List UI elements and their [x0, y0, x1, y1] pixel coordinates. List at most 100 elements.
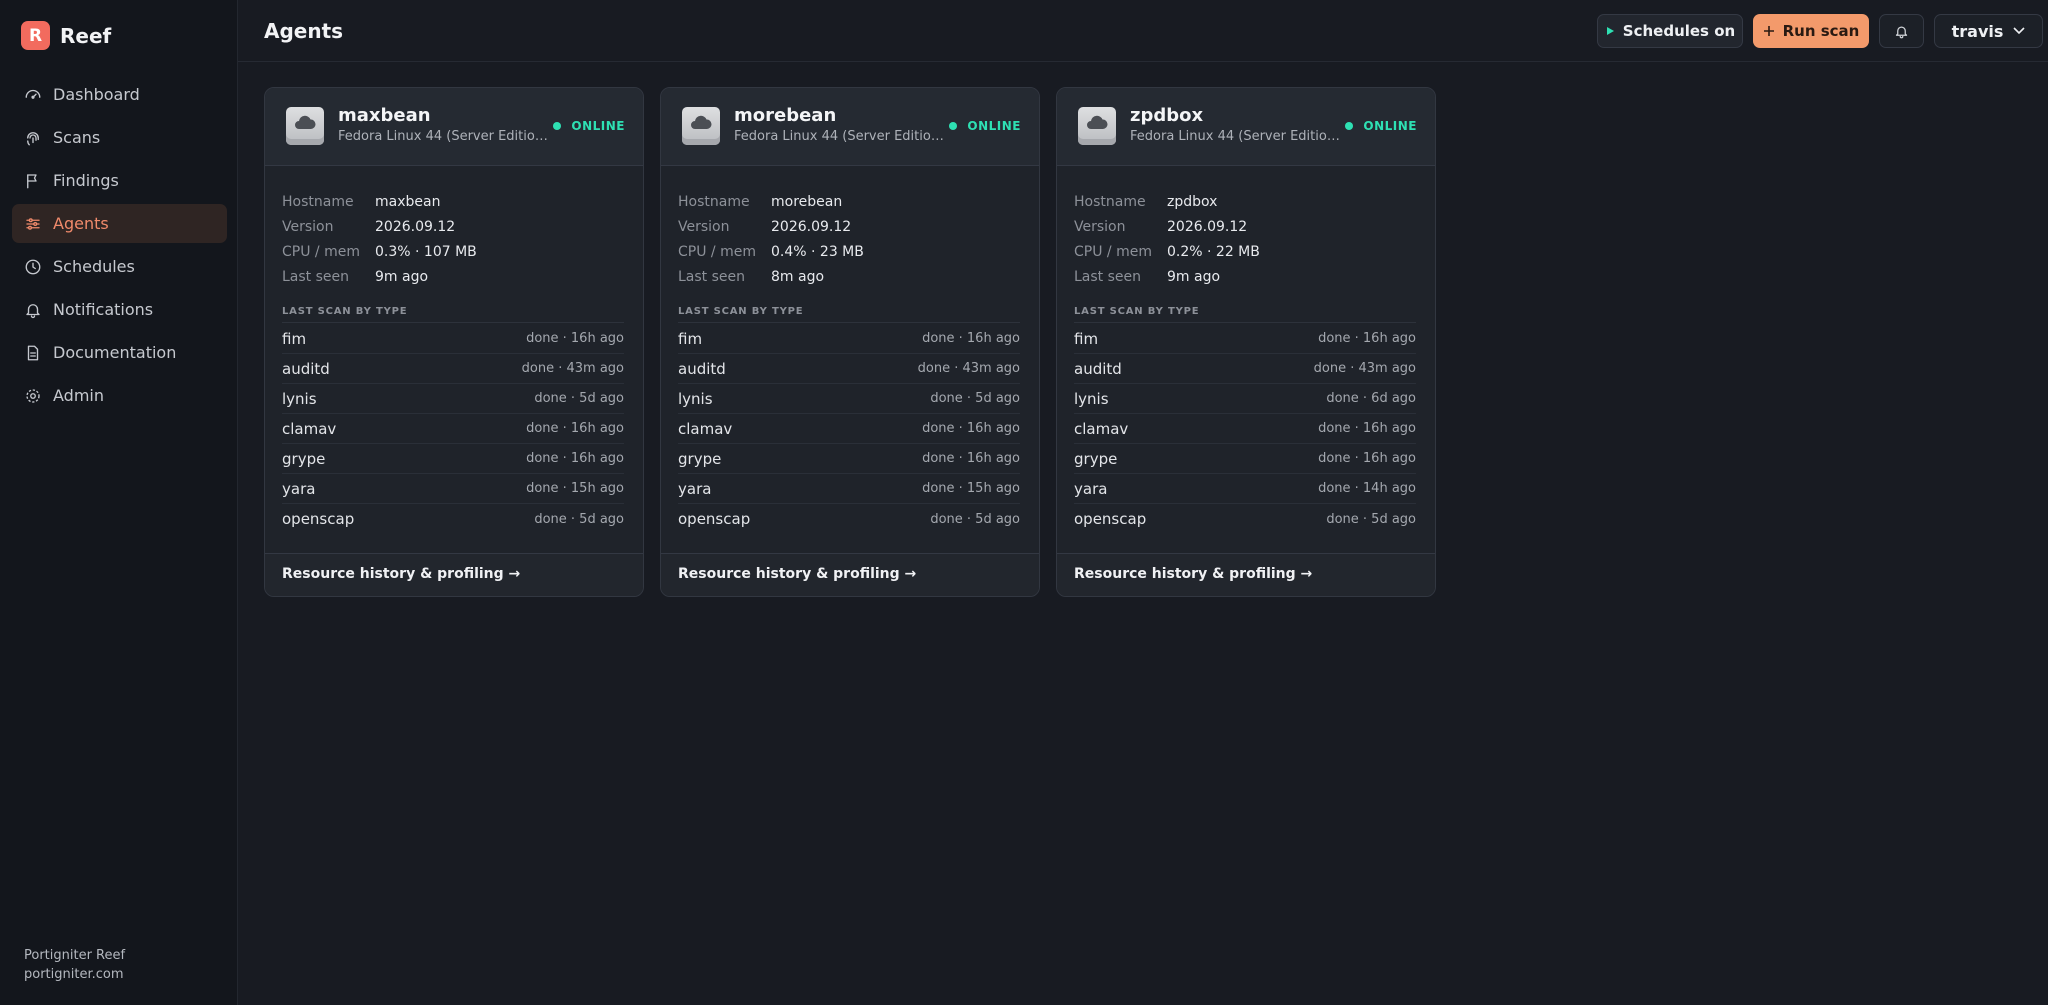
scan-row: yara done · 15h ago	[282, 474, 624, 504]
prop-hostname: Hostname morebean	[678, 194, 864, 219]
prop-last-seen: Last seen 9m ago	[282, 269, 477, 294]
prop-cpu-mem: CPU / mem 0.4% · 23 MB	[678, 244, 864, 269]
agent-card-footer: Resource history & profiling →	[661, 553, 1039, 596]
schedules-label: Schedules on	[1622, 22, 1736, 40]
prop-value: 8m ago	[771, 269, 825, 285]
scan-row: fim done · 16h ago	[1074, 324, 1416, 354]
resource-history-link[interactable]: Resource history & profiling →	[282, 566, 520, 582]
agent-properties: Hostname maxbean Version 2026.09.12 CPU …	[282, 194, 477, 294]
sidebar-item-documentation[interactable]: Documentation	[12, 333, 227, 372]
document-icon	[27, 345, 39, 360]
footer-website[interactable]: portigniter.com	[24, 965, 125, 984]
clock-icon	[25, 259, 41, 274]
scan-type: clamav	[678, 419, 733, 438]
scan-row: openscap done · 5d ago	[678, 504, 1020, 534]
scan-status: done · 16h ago	[922, 451, 1020, 466]
agent-card-footer: Resource history & profiling →	[265, 553, 643, 596]
prop-label: Hostname	[678, 194, 750, 210]
sidebar-item-admin[interactable]: Admin	[12, 376, 227, 415]
last-scan-heading: LAST SCAN BY TYPE	[678, 306, 1020, 323]
scan-type: openscap	[282, 510, 355, 528]
scan-status: done · 16h ago	[526, 451, 624, 466]
prop-value: morebean	[771, 194, 843, 210]
prop-label: CPU / mem	[1074, 244, 1152, 260]
scan-type: yara	[1074, 479, 1108, 498]
status-badge: ONLINE	[1345, 119, 1417, 133]
sidebar-item-label: Findings	[53, 171, 119, 190]
prop-value: 0.3% · 107 MB	[375, 244, 477, 260]
prop-value: 0.2% · 22 MB	[1167, 244, 1260, 260]
prop-label: Last seen	[282, 269, 350, 285]
scan-status: done · 15h ago	[922, 481, 1020, 496]
fingerprint-icon	[27, 131, 39, 145]
sidebar-item-schedules[interactable]: Schedules	[12, 247, 227, 286]
sidebar-item-label: Schedules	[53, 257, 135, 276]
prop-value: 2026.09.12	[1167, 219, 1248, 235]
status-dot-icon	[1345, 122, 1354, 130]
agent-properties: Hostname morebean Version 2026.09.12 CPU…	[678, 194, 864, 294]
agent-name[interactable]: zpdbox	[1130, 105, 1203, 126]
agent-os: Fedora Linux 44 (Server Edition) · …	[734, 129, 944, 144]
agent-card-header: maxbean Fedora Linux 44 (Server Edition)…	[265, 88, 643, 166]
sidebar-item-scans[interactable]: Scans	[12, 118, 227, 157]
agent-name[interactable]: morebean	[734, 105, 836, 126]
scan-row: clamav done · 16h ago	[282, 414, 624, 444]
flag-icon	[27, 173, 37, 188]
scan-row: lynis done · 5d ago	[282, 384, 624, 414]
scan-status: done · 43m ago	[521, 361, 624, 376]
scan-type: auditd	[282, 359, 330, 378]
page-title: Agents	[264, 19, 344, 43]
resource-history-link[interactable]: Resource history & profiling →	[1074, 566, 1312, 582]
run-scan-button[interactable]: Run scan	[1753, 14, 1869, 48]
scan-row: clamav done · 16h ago	[1074, 414, 1416, 444]
prop-cpu-mem: CPU / mem 0.2% · 22 MB	[1074, 244, 1260, 269]
scan-type: lynis	[282, 389, 317, 408]
scan-row: grype done · 16h ago	[678, 444, 1020, 474]
scan-type: clamav	[1074, 419, 1129, 438]
prop-label: Hostname	[282, 194, 354, 210]
scan-status: done · 16h ago	[1318, 331, 1416, 346]
prop-label: Version	[678, 219, 730, 235]
scan-list: fim done · 16h ago auditd done · 43m ago l…	[678, 324, 1020, 534]
user-menu[interactable]: travis	[1934, 14, 2043, 48]
scan-row: yara done · 14h ago	[1074, 474, 1416, 504]
footer-product: Portigniter Reef	[24, 948, 126, 963]
prop-version: Version 2026.09.12	[678, 219, 864, 244]
sidebar-item-notifications[interactable]: Notifications	[12, 290, 227, 329]
sidebar-item-agents[interactable]: Agents	[12, 204, 227, 243]
prop-value: maxbean	[375, 194, 441, 210]
agent-card: zpdbox Fedora Linux 44 (Server Edition) …	[1056, 87, 1436, 597]
prop-value: 2026.09.12	[771, 219, 852, 235]
agent-card: maxbean Fedora Linux 44 (Server Edition)…	[264, 87, 644, 597]
server-drive-icon	[286, 107, 324, 145]
agent-os: Fedora Linux 44 (Server Edition) · …	[338, 129, 548, 144]
scan-row: auditd done · 43m ago	[1074, 354, 1416, 384]
prop-last-seen: Last seen 8m ago	[678, 269, 864, 294]
scan-status: done · 5d ago	[930, 511, 1020, 527]
prop-label: Last seen	[1074, 269, 1142, 285]
agent-os: Fedora Linux 44 (Server Edition) · …	[1130, 129, 1340, 144]
prop-cpu-mem: CPU / mem 0.3% · 107 MB	[282, 244, 477, 269]
scan-type: yara	[678, 479, 712, 498]
notifications-button[interactable]	[1879, 14, 1924, 48]
scan-list: fim done · 16h ago auditd done · 43m ago l…	[282, 324, 624, 534]
prop-label: Version	[1074, 219, 1126, 235]
scan-list: fim done · 16h ago auditd done · 43m ago l…	[1074, 324, 1416, 534]
scan-type: clamav	[282, 419, 337, 438]
sidebar-item-label: Documentation	[53, 343, 177, 362]
schedules-toggle-button[interactable]: Schedules on	[1597, 14, 1743, 48]
agent-name[interactable]: maxbean	[338, 105, 431, 126]
play-icon	[1606, 27, 1614, 35]
scan-type: openscap	[1074, 510, 1147, 528]
scan-row: openscap done · 5d ago	[1074, 504, 1416, 534]
sidebar-item-findings[interactable]: Findings	[12, 161, 227, 200]
topbar: Agents Schedules on Run scan travis	[238, 0, 2048, 62]
resource-history-link[interactable]: Resource history & profiling →	[678, 566, 916, 582]
sidebar-item-dashboard[interactable]: Dashboard	[12, 75, 227, 114]
agent-properties: Hostname zpdbox Version 2026.09.12 CPU /…	[1074, 194, 1260, 294]
plus-icon	[1763, 26, 1774, 36]
scan-row: lynis done · 5d ago	[678, 384, 1020, 414]
scan-status: done · 5d ago	[930, 391, 1020, 406]
brand[interactable]: R Reef	[21, 21, 111, 50]
gauge-icon	[25, 89, 41, 99]
